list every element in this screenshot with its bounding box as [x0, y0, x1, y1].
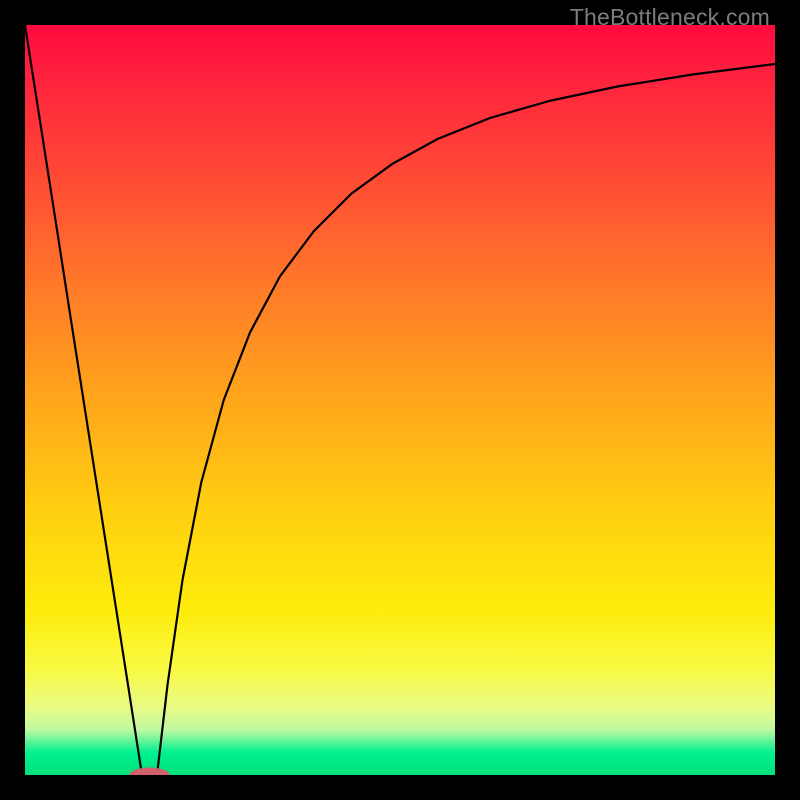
minimum-marker [129, 768, 170, 776]
curves-layer [25, 25, 775, 775]
curve-right [157, 64, 775, 775]
chart-frame: TheBottleneck.com [0, 0, 800, 800]
curve-left [25, 25, 142, 775]
watermark-text: TheBottleneck.com [570, 4, 770, 31]
plot-area [25, 25, 775, 775]
